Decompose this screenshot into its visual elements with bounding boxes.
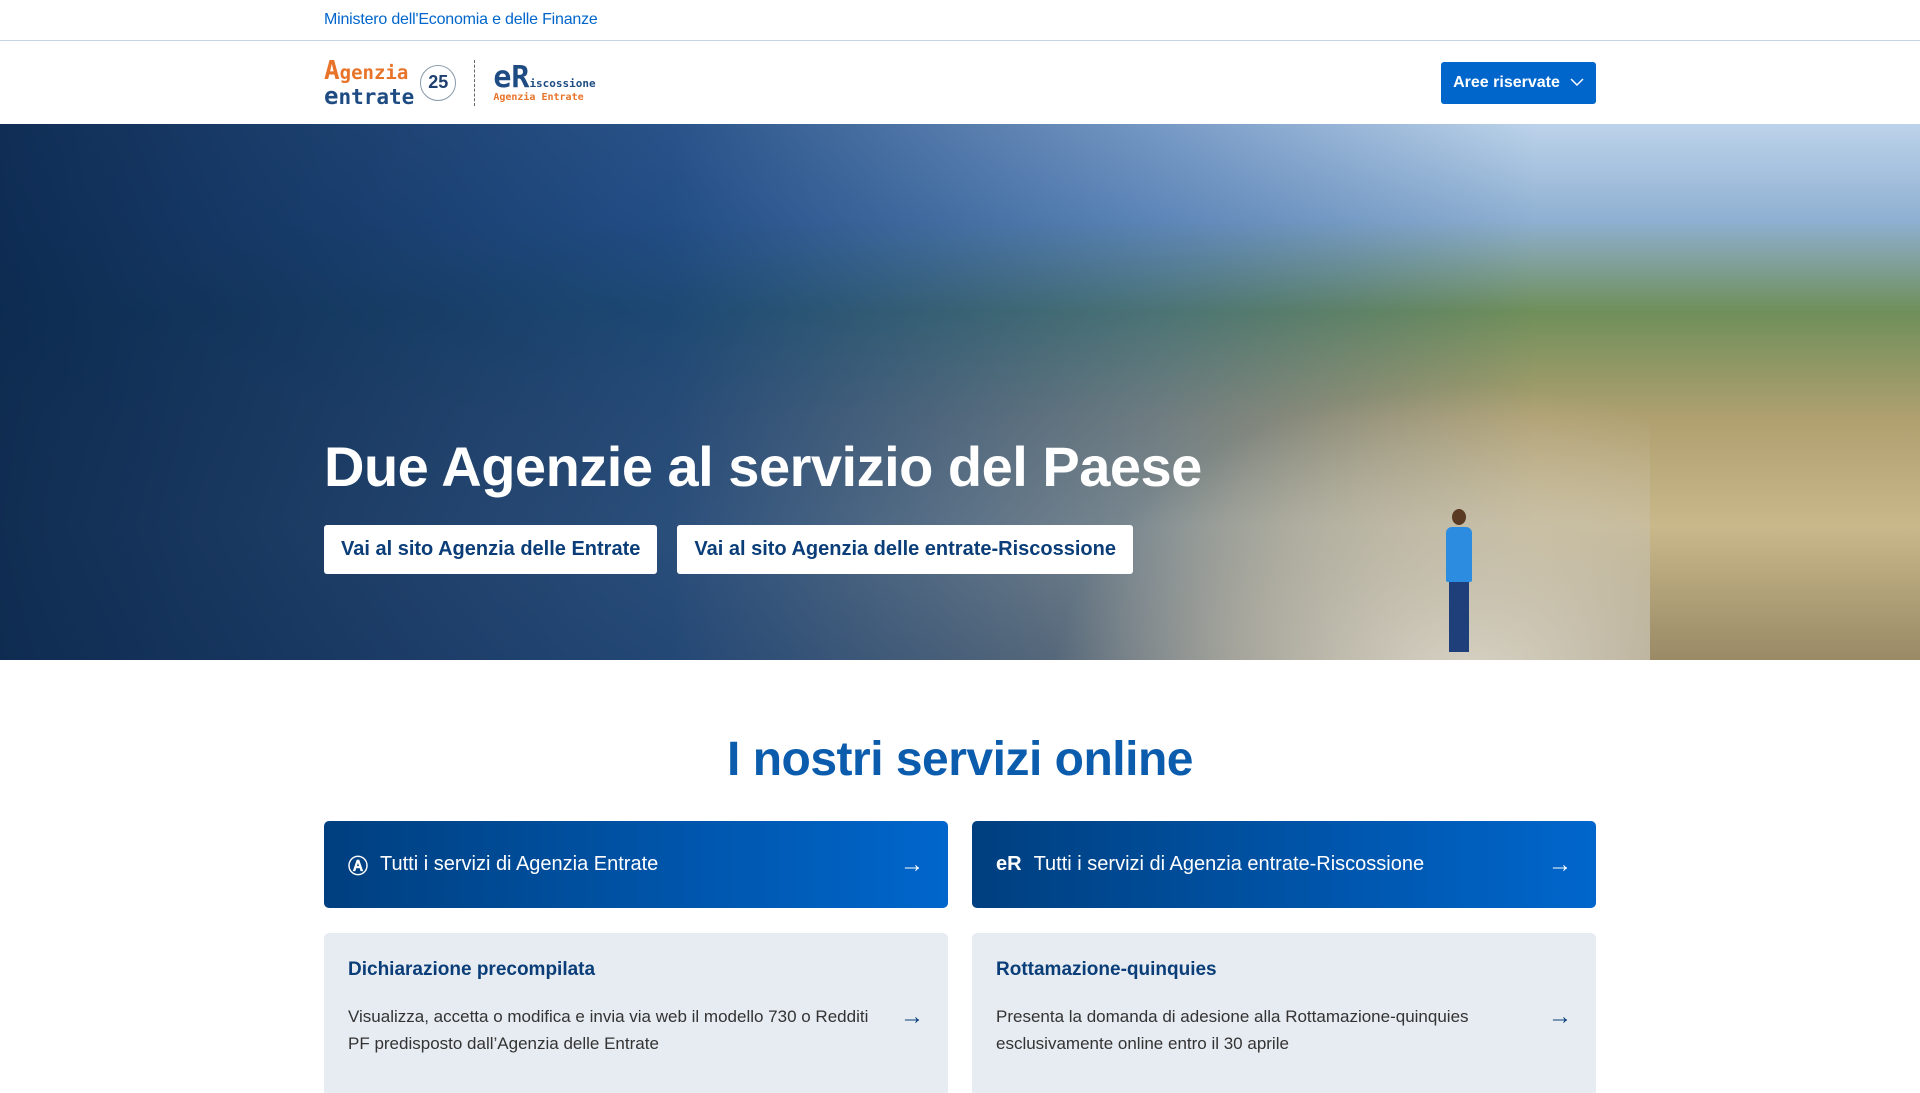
arrow-right-icon: → <box>900 850 924 878</box>
card-body: Visualizza, accetta o modifica e invia v… <box>348 1007 869 1053</box>
arrow-right-icon: → <box>1548 1003 1572 1030</box>
reserved-areas-button[interactable]: Aree riservate <box>1441 61 1596 104</box>
ministry-link[interactable]: Ministero dell'Economia e delle Finanze <box>324 11 598 29</box>
chevron-down-icon <box>1570 78 1584 87</box>
all-services-riscossione[interactable]: eR Tutti i servizi di Agenzia entrate-Ri… <box>972 821 1596 908</box>
riscossione-site-button[interactable]: Vai al sito Agenzia delle entrate-Riscos… <box>677 525 1133 574</box>
hero-carousel: Due Agenzie al servizio del Paese Vai al… <box>0 124 1920 660</box>
arrow-right-icon: → <box>1548 850 1572 878</box>
logo-line1: genzia <box>339 61 409 84</box>
anniversary-badge: 25 <box>420 64 457 101</box>
all-services-agenzia-entrate[interactable]: Ⓐ Tutti i servizi di Agenzia Entrate → <box>324 821 948 908</box>
riscossione-wordmark: eRiscossione Agenzia Entrate <box>493 59 596 103</box>
service-card-precompilata[interactable]: Dichiarazione precompilata Visualizza, a… <box>324 933 948 1093</box>
hero-title: Due Agenzie al servizio del Paese <box>324 435 1202 498</box>
agenzia-entrate-site-button[interactable]: Vai al sito Agenzia delle Entrate <box>324 525 658 574</box>
riscossione-logo[interactable]: eRiscossione Agenzia Entrate <box>493 59 596 103</box>
service-card-rottamazione[interactable]: Rottamazione-quinquies Presenta la doman… <box>972 933 1596 1093</box>
arrow-right-icon: → <box>900 1003 924 1030</box>
logo-ar-line2: Agenzia Entrate <box>493 91 584 103</box>
hero-walker-image <box>1446 509 1472 659</box>
card-label: Tutti i servizi di Agenzia entrate-Risco… <box>1033 853 1425 875</box>
logos: Agenzia entrate 25 eRiscossione Agenzia … <box>324 58 596 108</box>
agenzia-entrate-icon: Ⓐ <box>348 856 368 878</box>
card-title: Dichiarazione precompilata <box>348 959 596 980</box>
logo-ar-line1: iscossione <box>529 76 596 90</box>
card-title: Rottamazione-quinquies <box>996 959 1217 980</box>
card-body: Presenta la domanda di adesione alla Rot… <box>996 1007 1469 1053</box>
riscossione-icon: eR <box>996 853 1022 875</box>
agenzia-entrate-wordmark: Agenzia entrate <box>324 55 415 110</box>
logo-line2: ntrate <box>338 84 415 109</box>
card-label: Tutti i servizi di Agenzia Entrate <box>380 853 659 875</box>
hero-road-image <box>1050 384 1650 660</box>
reserved-areas-label: Aree riservate <box>1453 73 1560 91</box>
top-bar: Ministero dell'Economia e delle Finanze <box>0 0 1920 41</box>
services-section: I nostri servizi online Ⓐ Tutti i serviz… <box>0 732 1920 1093</box>
logo-divider <box>474 59 476 106</box>
services-title: I nostri servizi online <box>727 733 1193 786</box>
header: Agenzia entrate 25 eRiscossione Agenzia … <box>0 41 1920 124</box>
agenzia-entrate-logo[interactable]: Agenzia entrate 25 <box>324 55 457 110</box>
